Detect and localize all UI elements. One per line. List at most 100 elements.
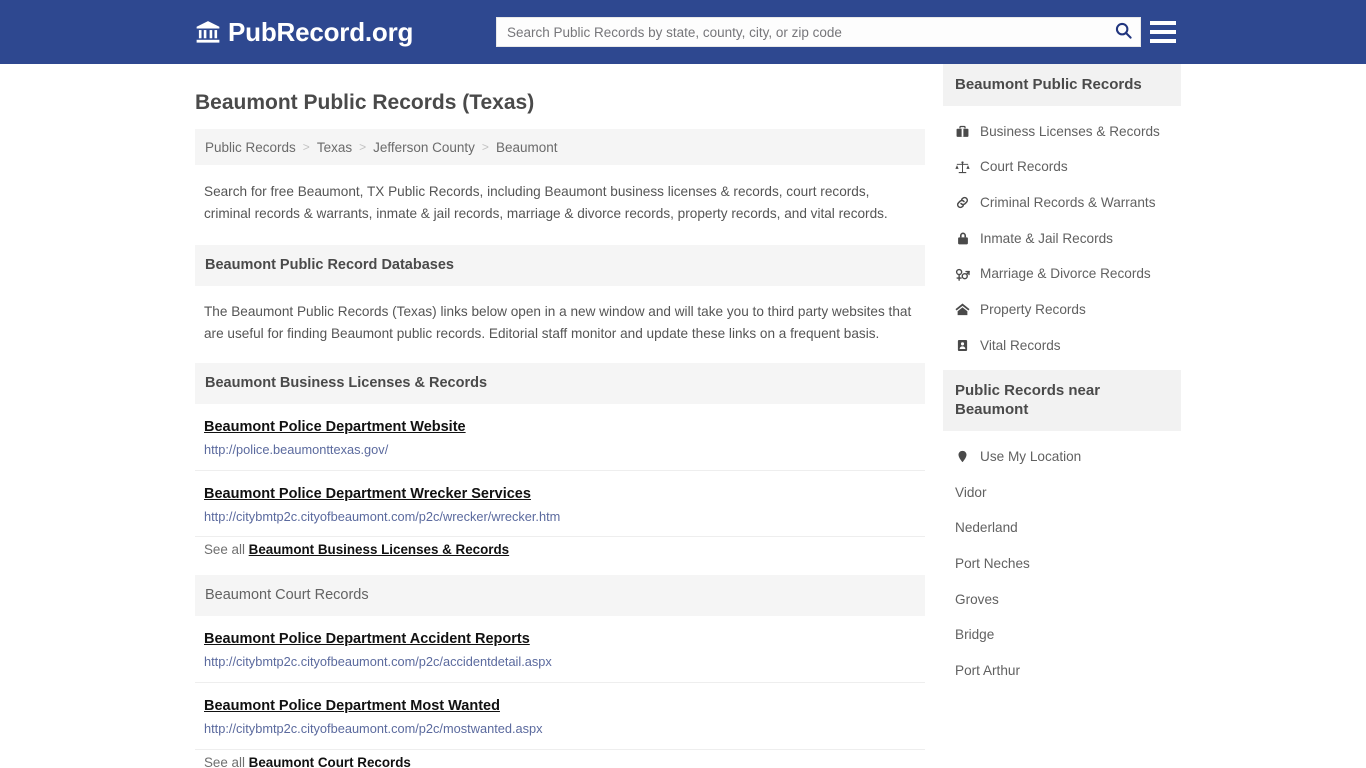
record-link-title[interactable]: Beaumont Police Department Website [204,418,466,436]
record-link-url[interactable]: http://citybmtp2c.cityofbeaumont.com/p2c… [204,654,916,671]
sidebar-item-property-records[interactable]: Property Records [943,292,1181,328]
hamburger-menu-icon-bar [1150,30,1176,34]
hamburger-menu-icon-bar [1150,39,1176,43]
sidebar-item-inmate-jail-records[interactable]: Inmate & Jail Records [943,221,1181,257]
list-item: Nederland [943,510,1181,546]
site-header: PubRecord.org [0,0,1366,64]
databases-description: The Beaumont Public Records (Texas) link… [204,304,912,342]
list-item: Vital Records [943,328,1181,364]
intro-paragraph: Search for free Beaumont, TX Public Reco… [204,184,888,222]
record-link-item: Beaumont Police Department Website http:… [195,404,925,471]
record-link-title[interactable]: Beaumont Police Department Wrecker Servi… [204,485,531,503]
hamburger-menu-button[interactable] [1150,20,1176,44]
map-pin-icon [955,449,970,464]
section-heading-databases: Beaumont Public Record Databases [195,245,925,287]
sidebar-records-list: Business Licenses & Records Court Record… [943,106,1181,364]
site-logo-text: PubRecord.org [228,17,414,47]
lock-icon [955,231,970,246]
search-bar [496,17,1141,47]
sidebar-item-label: Property Records [980,302,1086,318]
sidebar-item-label: Groves [955,591,999,607]
search-icon [1114,21,1133,43]
see-all-link-court-records[interactable]: Beaumont Court Records [249,755,411,768]
sidebar-item-vital-records[interactable]: Vital Records [943,328,1181,364]
sidebar-item-label: Use My Location [980,449,1082,465]
breadcrumb-separator-icon: > [302,140,310,155]
breadcrumb-item-jefferson-county[interactable]: Jefferson County [373,140,475,155]
list-item: Inmate & Jail Records [943,221,1181,257]
list-item: Court Records [943,149,1181,185]
see-all-row: See all Beaumont Court Records [195,750,925,768]
sidebar-item-label: Business Licenses & Records [980,123,1160,139]
sidebar-item-label: Inmate & Jail Records [980,230,1113,246]
hamburger-menu-icon-bar [1150,21,1176,25]
gender-symbols-icon [955,267,970,282]
breadcrumb-separator-icon: > [481,140,489,155]
sidebar-panel-records: Beaumont Public Records Business License… [943,64,1181,364]
sidebar-item-court-records[interactable]: Court Records [943,149,1181,185]
sidebar-item-label: Port Arthur [955,663,1020,679]
search-input[interactable] [497,18,1106,46]
see-all-row: See all Beaumont Business Licenses & Rec… [195,537,925,569]
sidebar-item-label: Bridge [955,627,995,643]
sidebar-item-use-my-location[interactable]: Use My Location [943,439,1181,475]
list-item: Business Licenses & Records [943,114,1181,150]
record-link-item: Beaumont Police Department Accident Repo… [195,616,925,684]
see-all-link-business-licenses[interactable]: Beaumont Business Licenses & Records [249,542,509,557]
breadcrumb: Public Records > Texas > Jefferson Count… [195,129,925,166]
list-item: Marriage & Divorce Records [943,256,1181,292]
list-item: Property Records [943,292,1181,328]
sidebar-item-port-neches[interactable]: Port Neches [943,546,1181,582]
list-item: Port Arthur [943,653,1181,689]
see-all-prefix: See all [204,754,249,768]
sidebar-item-label: Marriage & Divorce Records [980,266,1151,282]
chain-link-icon [955,195,970,210]
id-card-icon [955,338,970,353]
breadcrumb-item-beaumont: Beaumont [495,139,558,155]
list-item: Port Neches [943,546,1181,582]
record-link-url[interactable]: http://citybmtp2c.cityofbeaumont.com/p2c… [204,509,916,526]
briefcase-icon [955,124,970,139]
sidebar-item-marriage-divorce-records[interactable]: Marriage & Divorce Records [943,256,1181,292]
sidebar-nearby-list: Use My Location Vidor Nederland Port Nec… [943,431,1181,689]
sidebar-item-label: Criminal Records & Warrants [980,195,1156,211]
site-logo-link[interactable]: PubRecord.org [195,19,413,45]
scales-of-justice-icon [955,160,970,175]
main-content: Beaumont Public Records (Texas) Public R… [195,64,925,768]
breadcrumb-item-texas[interactable]: Texas [317,140,352,155]
sidebar-item-label: Vidor [955,484,987,500]
record-link-title[interactable]: Beaumont Police Department Most Wanted [204,697,500,715]
sidebar-item-business-licenses[interactable]: Business Licenses & Records [943,114,1181,150]
sidebar-heading-records: Beaumont Public Records [943,64,1181,106]
sidebar-item-label: Vital Records [980,337,1061,353]
section-heading-business-licenses: Beaumont Business Licenses & Records [195,363,925,404]
search-button[interactable] [1106,18,1140,46]
sidebar-item-nederland[interactable]: Nederland [943,510,1181,546]
sidebar-item-groves[interactable]: Groves [943,582,1181,618]
record-link-url[interactable]: http://police.beaumonttexas.gov/ [204,442,916,459]
sidebar-panel-nearby: Public Records near Beaumont Use My Loca… [943,369,1181,689]
sidebar-item-criminal-records[interactable]: Criminal Records & Warrants [943,185,1181,221]
breadcrumb-separator-icon: > [359,140,367,155]
sidebar-heading-nearby: Public Records near Beaumont [943,369,1181,432]
record-link-item: Beaumont Police Department Wrecker Servi… [195,471,925,538]
page-body: Beaumont Public Records (Texas) Public R… [0,64,1366,768]
page-title: Beaumont Public Records (Texas) [195,91,535,114]
sidebar-item-port-arthur[interactable]: Port Arthur [943,653,1181,689]
list-item: Criminal Records & Warrants [943,185,1181,221]
record-link-title[interactable]: Beaumont Police Department Accident Repo… [204,630,530,648]
sidebar-item-label: Port Neches [955,556,1030,572]
sidebar-item-label: Nederland [955,520,1018,536]
sidebar-item-bridge[interactable]: Bridge [943,617,1181,653]
breadcrumb-item-public-records[interactable]: Public Records [205,140,296,155]
home-icon [955,302,970,317]
sidebar-item-vidor[interactable]: Vidor [943,475,1181,511]
sidebar: Beaumont Public Records Business License… [943,64,1181,695]
sidebar-item-label: Court Records [980,159,1068,175]
list-item: Groves [943,582,1181,618]
list-item: Bridge [943,617,1181,653]
list-item: Vidor [943,475,1181,511]
record-link-url[interactable]: http://citybmtp2c.cityofbeaumont.com/p2c… [204,721,916,738]
section-heading-court-records: Beaumont Court Records [195,575,925,617]
list-item: Use My Location [943,439,1181,475]
